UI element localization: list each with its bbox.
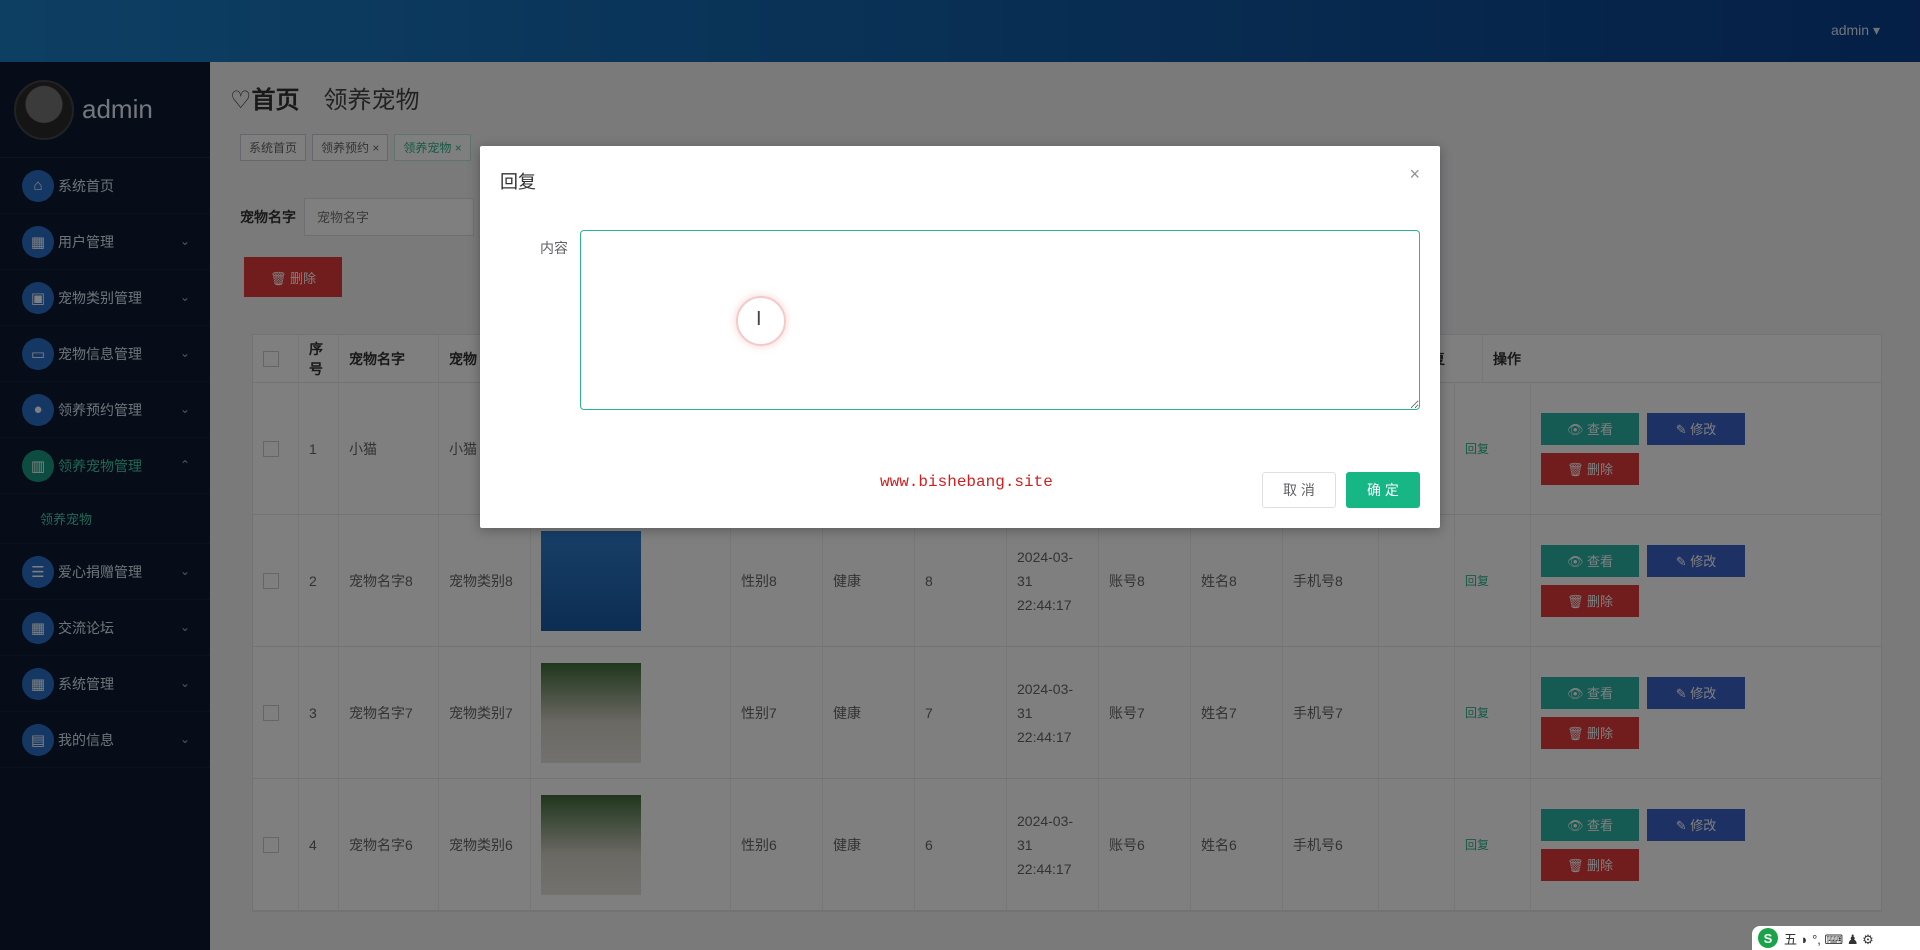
cancel-button[interactable]: 取 消 [1262,472,1336,508]
confirm-button[interactable]: 确 定 [1346,472,1420,508]
mouse-cursor-highlight: I [736,296,786,346]
ime-logo-icon[interactable]: S [1758,928,1778,948]
text-cursor-icon: I [756,308,762,330]
reply-dialog: 回复 × 内容 www.bishebang.site 取 消 确 定 [480,146,1440,528]
content-textarea[interactable] [580,230,1420,410]
content-label: 内容 [540,240,568,256]
close-icon[interactable]: × [1409,164,1420,185]
watermark-text: www.bishebang.site [880,473,1053,491]
ime-tray: S 五 ◗ °, ⌨ ♟ ⚙ [1752,926,1920,950]
ime-status[interactable]: 五 ◗ °, ⌨ ♟ ⚙ [1784,929,1874,948]
dialog-title: 回复 [500,172,536,192]
